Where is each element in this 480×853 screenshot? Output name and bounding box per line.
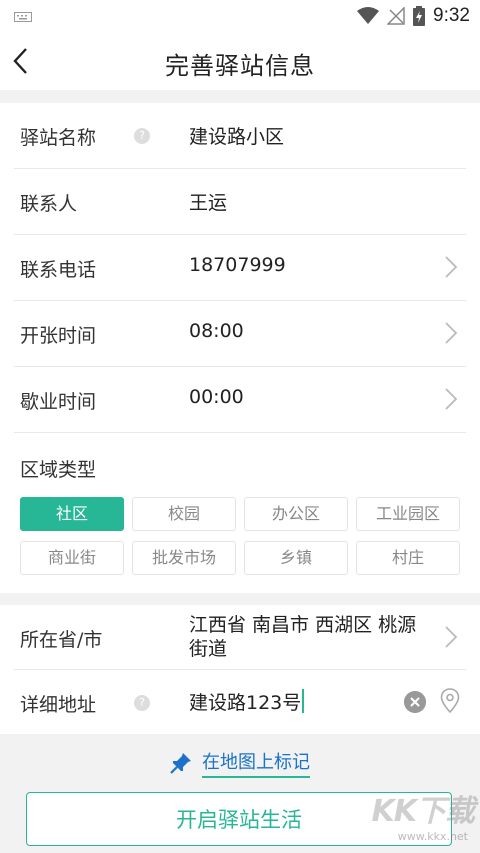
open-time-label: 开张时间	[20, 325, 97, 347]
region-chip-wholesale-market[interactable]: 批发市场	[132, 541, 236, 575]
station-name-field[interactable]: 建设路小区	[189, 122, 284, 149]
region-chip-community[interactable]: 社区	[20, 497, 124, 531]
location-pin-icon[interactable]	[440, 688, 460, 714]
chevron-right-icon[interactable]	[444, 321, 458, 345]
close-time-row[interactable]: 歇业时间 00:00	[14, 367, 466, 433]
close-time-label: 歇业时间	[20, 391, 97, 413]
chevron-right-icon[interactable]	[444, 625, 458, 649]
region-chips: 社区 校园 办公区 工业园区 商业街 批发市场 乡镇 村庄	[20, 497, 460, 575]
close-time-field[interactable]: 00:00	[189, 386, 244, 408]
text-cursor	[302, 689, 305, 713]
address-row[interactable]: 详细地址 ? 建设路123号	[14, 670, 466, 734]
start-station-button[interactable]: 开启驿站生活	[26, 792, 452, 846]
battery-charging-icon	[413, 6, 426, 26]
no-signal-icon	[387, 7, 405, 25]
region-chip-industrial-park[interactable]: 工业园区	[356, 497, 460, 531]
chevron-right-icon[interactable]	[444, 255, 458, 279]
phone-field[interactable]: 18707999	[189, 254, 286, 276]
wifi-icon	[357, 7, 380, 24]
station-name-label: 驿站名称	[20, 127, 97, 149]
phone-row[interactable]: 联系电话 18707999	[14, 235, 466, 301]
chevron-right-icon[interactable]	[444, 387, 458, 411]
address-input[interactable]: 建设路123号	[189, 688, 305, 715]
province-row[interactable]: 所在省/市 江西省 南昌市 西湖区 桃源街道	[14, 605, 466, 670]
address-label: 详细地址	[20, 694, 97, 716]
station-name-row[interactable]: 驿站名称 ? 建设路小区	[14, 103, 466, 169]
contact-row[interactable]: 联系人 王运	[14, 169, 466, 235]
region-chip-campus[interactable]: 校园	[132, 497, 236, 531]
region-chip-village[interactable]: 村庄	[356, 541, 460, 575]
open-time-field[interactable]: 08:00	[189, 320, 244, 342]
map-mark-link[interactable]: 在地图上标记	[0, 748, 480, 778]
contact-field[interactable]: 王运	[189, 188, 227, 215]
help-icon[interactable]: ?	[134, 128, 150, 144]
province-field[interactable]: 江西省 南昌市 西湖区 桃源街道	[189, 613, 434, 661]
station-form: 驿站名称 ? 建设路小区 联系人 王运 联系电话 18707999 开张时间 0…	[0, 103, 480, 734]
clear-icon[interactable]	[404, 691, 426, 713]
map-mark-link-label: 在地图上标记	[202, 748, 310, 778]
open-time-row[interactable]: 开张时间 08:00	[14, 301, 466, 367]
province-label: 所在省/市	[20, 629, 103, 651]
region-chip-township[interactable]: 乡镇	[244, 541, 348, 575]
region-chip-office[interactable]: 办公区	[244, 497, 348, 531]
region-chip-commercial-street[interactable]: 商业街	[20, 541, 124, 575]
status-bar: 9:32	[0, 0, 480, 32]
address-input-text: 建设路123号	[189, 692, 302, 714]
section-divider	[0, 593, 480, 605]
region-type-label: 区域类型	[20, 459, 97, 481]
phone-label: 联系电话	[20, 259, 97, 281]
page-title: 完善驿站信息	[165, 52, 315, 80]
region-type-section: 区域类型 社区 校园 办公区 工业园区 商业街 批发市场 乡镇 村庄	[14, 433, 466, 593]
pushpin-icon	[170, 753, 191, 774]
keyboard-icon	[14, 12, 32, 22]
contact-label: 联系人	[20, 193, 78, 215]
status-time: 9:32	[433, 5, 470, 26]
help-icon[interactable]: ?	[134, 695, 150, 711]
app-bar: 完善驿站信息	[0, 32, 480, 90]
